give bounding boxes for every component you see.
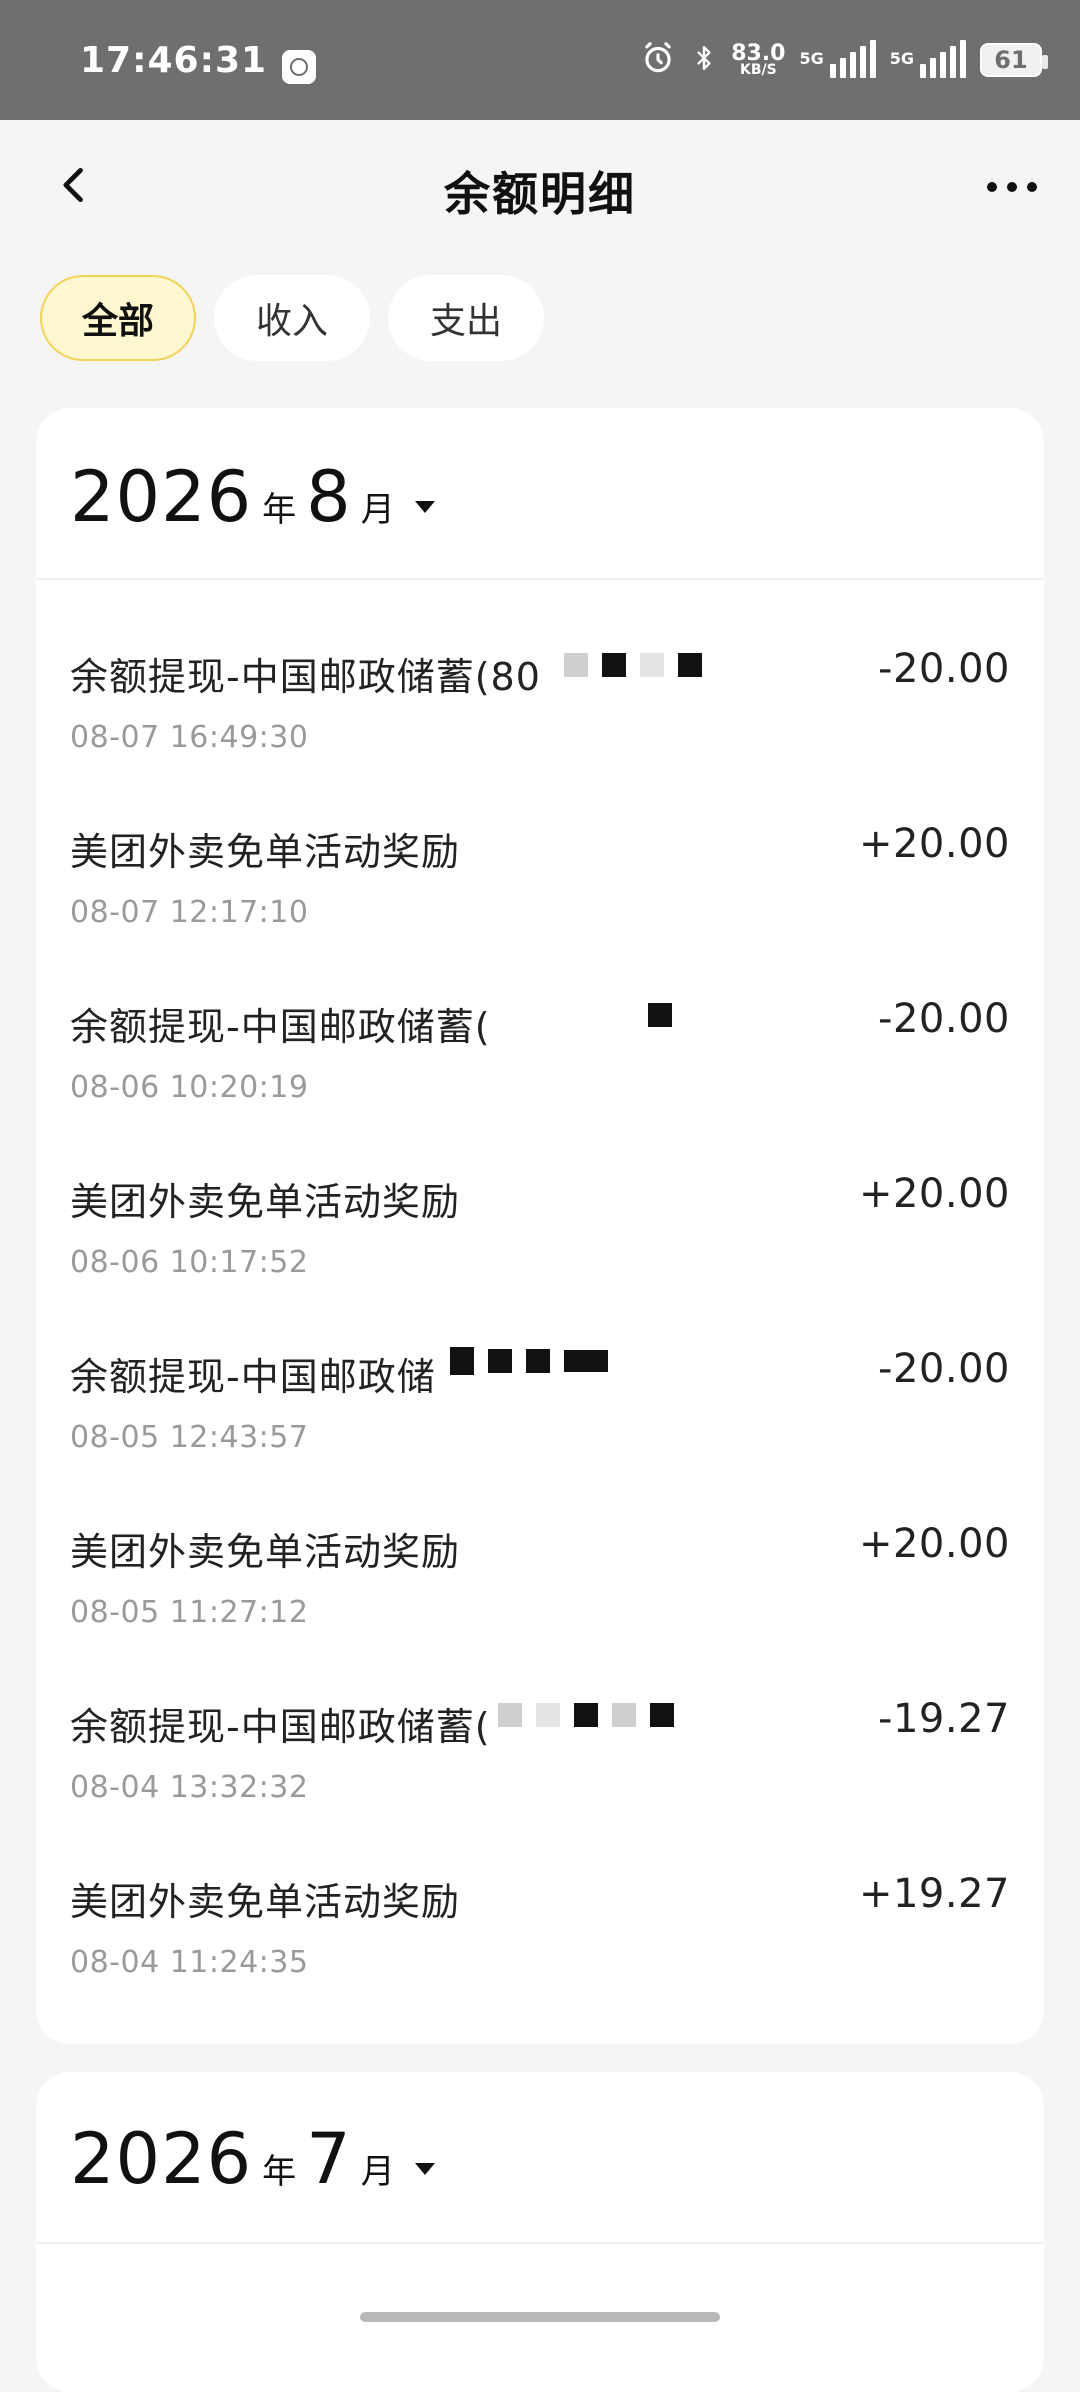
filter-income-label: 收入: [255, 301, 328, 342]
transaction-amount: +19.27: [858, 1871, 1010, 1917]
transaction-list: 余额提现-中国邮政储蓄(80 08-07 16:49:30 -20.00 美团外…: [36, 606, 1044, 2006]
month-number: 8: [306, 456, 351, 538]
transaction-time: 08-05 11:27:12: [70, 1595, 309, 1630]
status-time: 17:46:31: [80, 40, 268, 81]
network-speed: 83.0 KB/S: [731, 40, 786, 78]
alarm-icon: [639, 39, 677, 81]
redaction-pixel: [488, 1349, 512, 1373]
transaction-amount: +20.00: [858, 1521, 1010, 1567]
filter-income[interactable]: 收入: [214, 275, 370, 361]
month-year-suffix: 年: [262, 2152, 297, 2192]
transaction-row[interactable]: 余额提现-中国邮政储蓄(80 08-07 16:49:30 -20.00: [36, 606, 1044, 781]
transaction-row[interactable]: 余额提现-中国邮政储 08-05 12:43:57 -20.00: [36, 1306, 1044, 1481]
signal-5g-2-label: 5G: [889, 49, 914, 68]
filter-all[interactable]: 全部: [40, 275, 196, 361]
month-card-july: 2026 年 7 月: [36, 2072, 1044, 2392]
transaction-row[interactable]: 美团外卖免单活动奖励 08-07 12:17:10 +20.00: [36, 781, 1044, 956]
transaction-time: 08-04 11:24:35: [70, 1945, 309, 1980]
transaction-time: 08-05 12:43:57: [70, 1420, 309, 1455]
transaction-amount: +20.00: [858, 821, 1010, 867]
transaction-amount: -20.00: [878, 996, 1010, 1042]
transaction-time: 08-07 12:17:10: [70, 895, 309, 930]
filter-expense[interactable]: 支出: [388, 275, 544, 361]
transaction-time: 08-06 10:17:52: [70, 1245, 309, 1280]
transaction-amount: +20.00: [858, 1171, 1010, 1217]
redaction-pixel: [564, 653, 588, 677]
month-card-august: 2026 年 8 月 余额提现-中国邮政储蓄(80 08-07 16:49:30…: [36, 408, 1044, 2044]
transaction-title: 余额提现-中国邮政储蓄(: [70, 1705, 491, 1749]
month-year: 2026: [70, 456, 253, 538]
month-selector-july[interactable]: 2026 年 7 月: [70, 2118, 435, 2208]
status-bar: 17:46:31 83.0 KB/S 5G 5G 61: [0, 0, 1080, 120]
redaction-pixel: [602, 653, 626, 677]
transaction-time: 08-04 13:32:32: [70, 1770, 309, 1805]
redaction-pixel: [640, 653, 664, 677]
redaction-pixel: [536, 1703, 560, 1727]
home-indicator[interactable]: [360, 2312, 720, 2322]
transaction-title: 余额提现-中国邮政储: [70, 1355, 436, 1399]
transaction-row[interactable]: 美团外卖免单活动奖励 08-05 11:27:12 +20.00: [36, 1481, 1044, 1656]
redaction-pixel: [650, 1703, 674, 1727]
battery-level: 61: [994, 46, 1028, 74]
redaction-block: [648, 998, 672, 1032]
caret-down-icon: [414, 501, 435, 513]
transaction-amount: -20.00: [878, 1346, 1010, 1392]
bluetooth-icon: [691, 38, 717, 82]
signal-bars-icon: [829, 38, 876, 82]
transaction-title: 余额提现-中国邮政储蓄(: [70, 1005, 491, 1049]
battery-indicator: 61: [980, 43, 1048, 77]
redaction-block: [564, 648, 702, 682]
redaction-pixel: [678, 653, 702, 677]
transaction-amount: -19.27: [878, 1696, 1010, 1742]
redaction-pixel: [574, 1703, 598, 1727]
month-divider: [36, 2242, 1044, 2244]
month-divider: [36, 578, 1044, 580]
page-title: 余额明细: [444, 167, 636, 221]
month-selector-august[interactable]: 2026 年 8 月: [70, 456, 435, 546]
filter-expense-label: 支出: [429, 301, 502, 342]
month-year-suffix: 年: [262, 490, 297, 530]
redaction-pixel: [450, 1347, 474, 1375]
month-year: 2026: [70, 2118, 253, 2200]
redaction-pixel: [498, 1703, 522, 1727]
network-speed-value: 83.0: [731, 40, 786, 66]
redaction-pixel: [612, 1703, 636, 1727]
signal-5g-1-label: 5G: [799, 49, 824, 68]
transaction-title: 美团外卖免单活动奖励: [70, 1180, 461, 1224]
more-dots-icon: [985, 179, 1039, 198]
signal-5g-2: 5G: [890, 38, 966, 82]
transaction-title: 余额提现-中国邮政储蓄(80: [70, 655, 541, 699]
month-suffix: 月: [360, 2152, 395, 2192]
transaction-row[interactable]: 美团外卖免单活动奖励 08-06 10:17:52 +20.00: [36, 1131, 1044, 1306]
status-right-icons: 83.0 KB/S 5G 5G 61: [639, 38, 1048, 82]
month-suffix: 月: [360, 490, 395, 530]
transaction-row[interactable]: 余额提现-中国邮政储蓄( 08-04 13:32:32 -19.27: [36, 1656, 1044, 1831]
redaction-block: [450, 1344, 608, 1378]
redaction-pixel: [648, 1003, 672, 1027]
filter-all-label: 全部: [81, 301, 154, 342]
transaction-title: 美团外卖免单活动奖励: [70, 1880, 461, 1924]
transaction-amount: -20.00: [878, 646, 1010, 692]
filter-chips: 全部 收入 支出: [40, 275, 544, 361]
month-number: 7: [306, 2118, 351, 2200]
network-speed-unit: KB/S: [739, 61, 777, 78]
signal-bars-icon: [920, 38, 966, 82]
transaction-title: 美团外卖免单活动奖励: [70, 830, 461, 874]
redaction-pixel: [564, 1350, 608, 1372]
transaction-time: 08-07 16:49:30: [70, 720, 309, 755]
transaction-row[interactable]: 余额提现-中国邮政储蓄( 08-06 10:20:19 -20.00: [36, 956, 1044, 1131]
clock-app-icon: [282, 50, 316, 84]
transaction-row[interactable]: 美团外卖免单活动奖励 08-04 11:24:35 +19.27: [36, 1831, 1044, 2006]
redaction-pixel: [526, 1349, 550, 1373]
transaction-time: 08-06 10:20:19: [70, 1070, 309, 1105]
signal-5g-1: 5G: [799, 38, 876, 82]
redaction-block: [498, 1698, 674, 1732]
caret-down-icon: [414, 2163, 435, 2175]
page-header: 余额明细: [0, 120, 1080, 250]
more-button[interactable]: [972, 158, 1052, 218]
transaction-title: 美团外卖免单活动奖励: [70, 1530, 461, 1574]
